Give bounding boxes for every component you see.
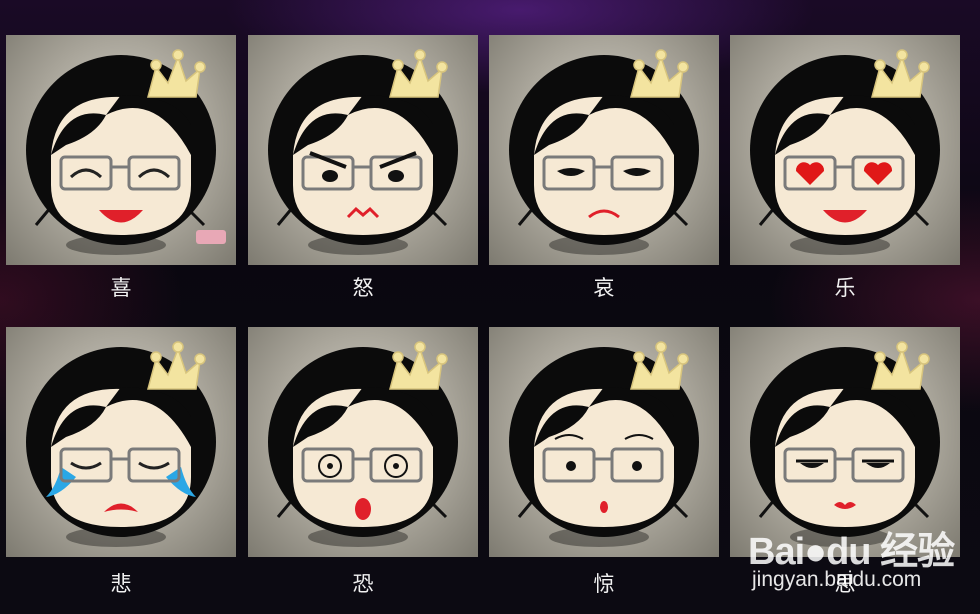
angry-face-icon	[268, 49, 458, 255]
joy-face-icon	[750, 49, 940, 255]
watermark-url: jingyan.baidu.com	[752, 568, 922, 591]
emotion-label: 恐	[352, 572, 374, 596]
emoji-tile-happy	[6, 35, 236, 265]
emotion-label: 怒	[352, 276, 374, 300]
emotion-label: 哀	[593, 276, 615, 300]
happy-face-icon	[26, 49, 226, 255]
emotion-label: 悲	[110, 572, 132, 596]
emotion-label: 乐	[834, 276, 856, 300]
emoji-tile-angry	[248, 35, 478, 265]
surprise-face-icon	[509, 341, 699, 547]
emoji-tile-surprise	[489, 327, 719, 557]
sorrow-face-icon	[509, 49, 699, 255]
emoji-tile-fear	[248, 327, 478, 557]
fear-face-icon	[268, 341, 458, 547]
emoji-tile-sorrow	[489, 35, 719, 265]
sad-face-icon	[26, 341, 216, 547]
emoji-tile-sad	[6, 327, 236, 557]
emotion-label: 惊	[593, 572, 615, 596]
emoji-tile-joy	[730, 35, 960, 265]
baidu-logo: Bai●du 经验	[748, 531, 955, 573]
emotion-label: 喜	[110, 276, 132, 300]
baidu-jingyan-watermark: Bai●du 经验 jingyan.baidu.com	[748, 520, 978, 612]
paw-icon: ●	[804, 531, 827, 573]
